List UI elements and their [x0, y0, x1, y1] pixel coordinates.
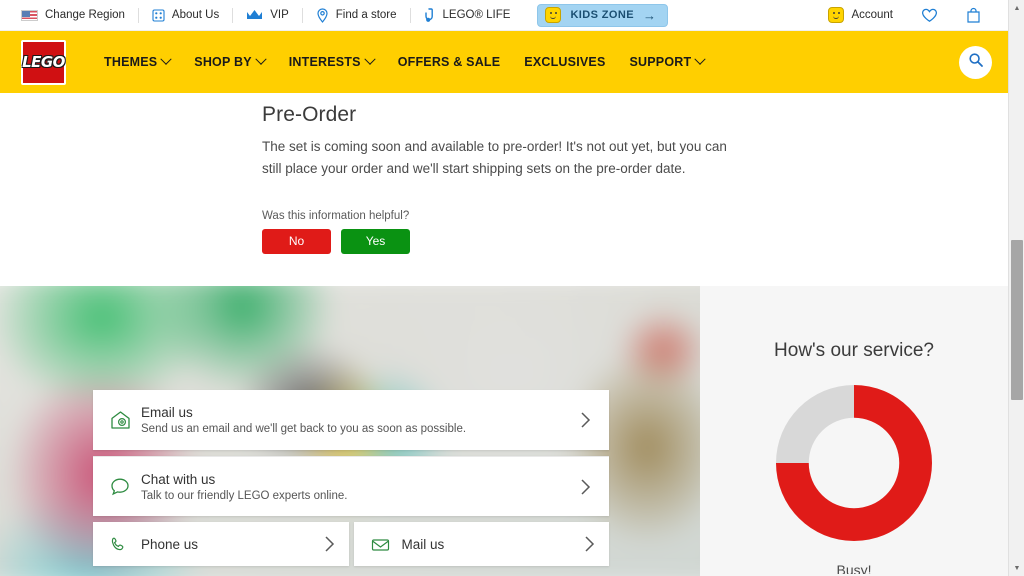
crown-icon [246, 9, 263, 21]
service-panel: How's our service? Busy! [700, 286, 1008, 576]
chevron-down-icon [694, 53, 706, 65]
wishlist-button[interactable] [908, 0, 951, 31]
scroll-up-arrow-icon[interactable]: ▲ [1009, 0, 1024, 16]
nav-item-label: SUPPORT [629, 55, 692, 69]
minifig-head-icon [828, 7, 845, 23]
nav-item-shop-by[interactable]: SHOP BY [182, 49, 276, 75]
contact-card-text: Mail us [402, 537, 585, 552]
contact-card-email-us[interactable]: Email us Send us an email and we'll get … [93, 390, 609, 450]
service-panel-title: How's our service? [774, 340, 934, 361]
phone-icon [110, 536, 141, 553]
contact-cards: Email us Send us an email and we'll get … [93, 390, 609, 566]
utility-item-label: LEGO® LIFE [442, 9, 511, 21]
kids-zone-label: KIDS ZONE [570, 9, 634, 21]
nav-item-label: THEMES [104, 55, 158, 69]
location-pin-icon [316, 7, 329, 23]
nav-item-offers-and-sale[interactable]: OFFERS & SALE [386, 49, 513, 75]
feedback-yes-button[interactable]: Yes [341, 228, 410, 254]
contact-card-title: Email us [141, 405, 193, 420]
utility-item-label: About Us [171, 9, 220, 21]
contact-card-subtitle: Talk to our friendly LEGO experts online… [141, 489, 348, 502]
article-body: The set is coming soon and available to … [262, 139, 727, 176]
lego-logo[interactable]: LEGO [21, 39, 66, 85]
contact-card-chat-with-us[interactable]: Chat with us Talk to our friendly LEGO e… [93, 456, 609, 516]
account-button[interactable]: Account [815, 0, 906, 31]
scroll-down-arrow-icon[interactable]: ▼ [1009, 560, 1024, 576]
page-root: Change Region About Us VIP Find a store [0, 0, 1024, 576]
utility-bar: Change Region About Us VIP Find a store [0, 0, 1008, 31]
nav-item-themes[interactable]: THEMES [92, 49, 182, 75]
service-donut-chart [774, 383, 934, 548]
email-house-icon [110, 410, 141, 430]
contact-section: Email us Send us an email and we'll get … [0, 286, 700, 576]
chevron-right-icon [584, 535, 595, 553]
chevron-down-icon [364, 53, 376, 65]
utility-item-about-us[interactable]: About Us [139, 0, 232, 31]
nav-item-label: SHOP BY [194, 55, 252, 69]
contact-card-phone-us[interactable]: Phone us [93, 522, 349, 566]
contact-card-text: Email us Send us an email and we'll get … [141, 405, 580, 435]
contact-card-mail-us[interactable]: Mail us [353, 522, 609, 566]
nav-item-label: OFFERS & SALE [397, 55, 501, 69]
nav-item-support[interactable]: SUPPORT [617, 49, 716, 75]
nav-item-label: EXCLUSIVES [524, 55, 606, 69]
heart-icon [921, 8, 938, 23]
envelope-icon [371, 537, 402, 552]
nav-item-exclusives[interactable]: EXCLUSIVES [512, 49, 617, 75]
kids-zone-button[interactable]: KIDS ZONE → [537, 3, 668, 27]
chevron-down-icon [160, 53, 172, 65]
contact-card-title: Phone us [141, 536, 199, 552]
donut-slice [776, 385, 854, 463]
lego-logo-text: LEGO [22, 53, 65, 71]
contact-card-subtitle: Send us an email and we'll get back to y… [141, 423, 467, 435]
contact-card-text: Chat with us Talk to our friendly LEGO e… [141, 472, 580, 502]
feedback-buttons: No Yes [262, 228, 520, 254]
donut-chart-svg [776, 385, 932, 541]
search-icon [968, 52, 984, 73]
contact-card-title: Chat with us [141, 471, 216, 487]
chevron-right-icon [580, 478, 591, 496]
main-navigation: LEGO THEMES SHOP BY INTERESTS OFFERS & S… [0, 31, 1008, 93]
utility-item-find-a-store[interactable]: Find a store [303, 0, 410, 31]
page-title: Pre-Order [262, 103, 357, 126]
chevron-right-icon [324, 535, 335, 553]
chat-bubble-icon [110, 477, 141, 496]
shopping-bag-icon [966, 7, 981, 23]
utility-item-change-region[interactable]: Change Region [8, 0, 138, 31]
feedback-no-button[interactable]: No [262, 228, 331, 254]
utility-item-lego-life[interactable]: LEGO® LIFE [411, 0, 524, 31]
nav-item-label: INTERESTS [288, 55, 361, 69]
page-scrollbar[interactable]: ▲ ▼ [1008, 0, 1024, 576]
service-donut-caption: Busy! [836, 562, 872, 574]
contact-card-title: Mail us [401, 536, 445, 552]
contact-small-cards: Phone us Mail us [93, 522, 609, 566]
chevron-down-icon [255, 53, 267, 65]
minifig-head-icon [545, 7, 562, 23]
account-label: Account [851, 9, 893, 21]
article-section: Pre-Order The set is coming soon and ava… [0, 93, 1008, 285]
chevron-right-icon [580, 411, 591, 429]
arrow-right-icon: → [642, 7, 656, 23]
nav-item-interests[interactable]: INTERESTS [277, 49, 386, 75]
utility-item-label: VIP [270, 9, 289, 21]
utility-item-vip[interactable]: VIP [233, 0, 302, 31]
utility-item-label: Change Region [45, 9, 125, 21]
utility-item-label: Find a store [335, 9, 397, 21]
nav-links: THEMES SHOP BY INTERESTS OFFERS & SALE E… [92, 49, 716, 75]
search-button[interactable] [959, 45, 992, 79]
utility-bar-right: Account [815, 0, 1000, 31]
us-flag-icon [21, 9, 38, 21]
scrollbar-thumb[interactable] [1011, 240, 1023, 400]
contact-card-text: Phone us [141, 537, 324, 552]
shopping-bag-button[interactable] [953, 0, 994, 31]
feedback-question: Was this information helpful? [262, 209, 410, 222]
brick-icon [152, 8, 165, 22]
lego-life-icon [424, 7, 436, 23]
